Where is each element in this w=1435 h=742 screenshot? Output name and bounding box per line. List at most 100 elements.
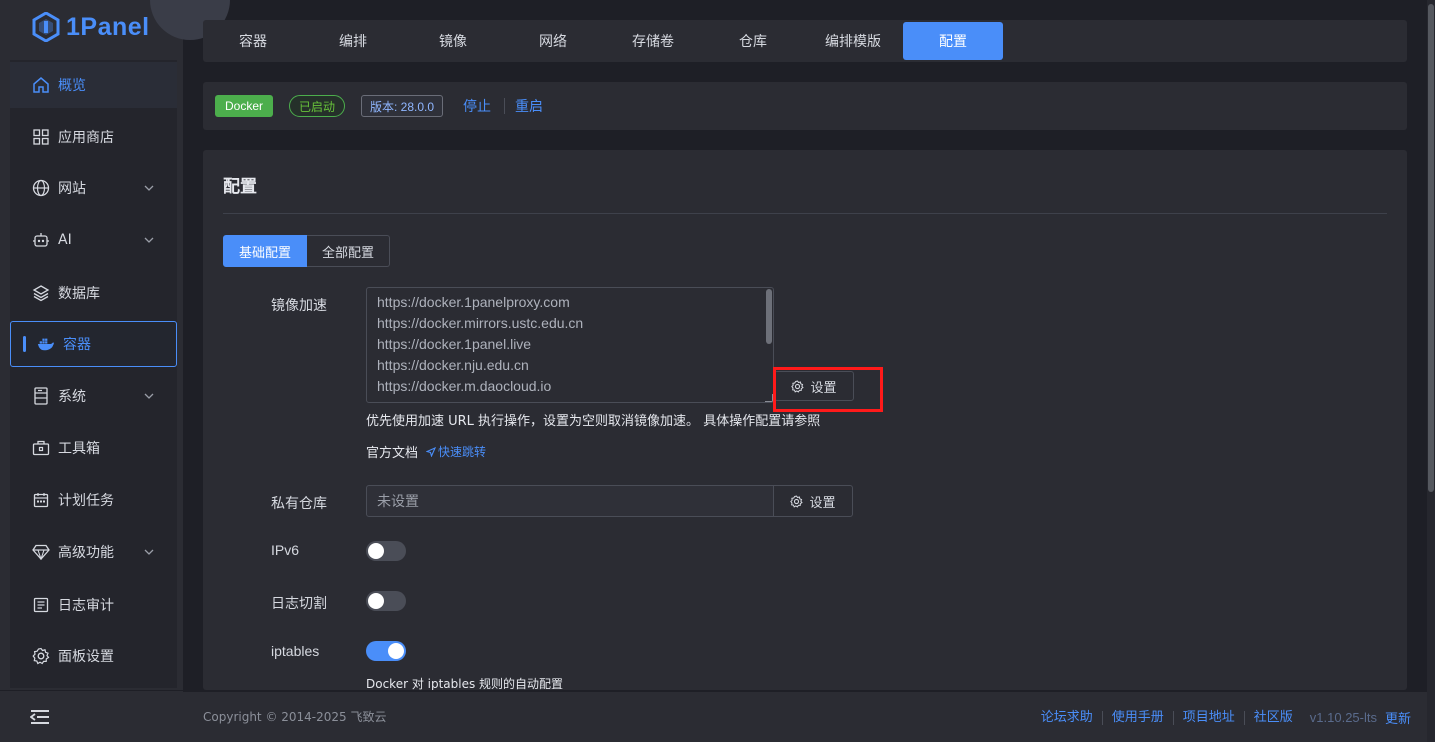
sidebar-item-database[interactable]: 数据库 [10, 270, 177, 316]
robot-icon [32, 231, 50, 249]
doc-label: 官方文档 [366, 446, 419, 461]
tab-settings[interactable]: 配置 [903, 22, 1003, 60]
divider [223, 213, 1387, 214]
sidebar-item-label: 应用商店 [58, 130, 114, 146]
sidebar-item-label: 日志审计 [58, 598, 114, 614]
private-repo-input[interactable]: 未设置 [366, 485, 774, 517]
tab-compose[interactable]: 编排 [303, 22, 403, 60]
calendar-icon [32, 491, 50, 509]
sidebar-footer [0, 690, 183, 742]
iptables-toggle[interactable] [366, 641, 406, 661]
sidebar-item-label: 系统 [58, 389, 86, 405]
sidebar-item-app-store[interactable]: 应用商店 [10, 114, 177, 160]
repo-value: 未设置 [377, 494, 419, 510]
chevron-down-icon [144, 237, 154, 243]
sidebar-nav: 概览 应用商店 网站 AI 数据库 容器 系统 工具箱 计划任务 高级功能 日志… [10, 60, 177, 688]
footer: Copyright © 2014-2025 飞致云 论坛求助 使用手册 项目地址… [183, 692, 1427, 742]
restart-button[interactable]: 重启 [515, 96, 543, 116]
project-link[interactable]: 项目地址 [1174, 710, 1245, 725]
resize-handle[interactable] [765, 394, 773, 402]
sidebar-item-label: 概览 [58, 78, 86, 94]
highlight-box [773, 367, 883, 412]
container-tabs: 容器 编排 镜像 网络 存储卷 仓库 编排模版 配置 [203, 20, 1407, 62]
grid-icon [32, 128, 50, 146]
mirror-help-text: 优先使用加速 URL 执行操作，设置为空则取消镜像加速。 具体操作配置请参照 [366, 414, 821, 429]
chevron-down-icon [144, 185, 154, 191]
sidebar-item-panel-settings[interactable]: 面板设置 [10, 633, 177, 679]
copyright: Copyright © 2014-2025 飞致云 [203, 710, 387, 724]
sidebar-item-label: 数据库 [58, 286, 100, 302]
sidebar-item-label: 工具箱 [58, 441, 100, 457]
version-badge: 版本: 28.0.0 [361, 95, 444, 117]
collapse-menu-icon[interactable] [30, 709, 50, 725]
manual-link[interactable]: 使用手册 [1103, 710, 1174, 725]
sidebar-item-toolbox[interactable]: 工具箱 [10, 425, 177, 471]
iptables-hint: Docker 对 iptables 规则的自动配置 [366, 677, 564, 690]
mirror-textarea[interactable]: https://docker.1panelproxy.com https://d… [366, 287, 774, 403]
active-indicator [23, 336, 26, 352]
forum-link[interactable]: 论坛求助 [1032, 710, 1103, 725]
sidebar-item-advanced[interactable]: 高级功能 [10, 529, 177, 575]
mirror-line: https://docker.nju.edu.cn [377, 357, 529, 373]
sidebar-item-label: 容器 [63, 337, 91, 353]
update-link[interactable]: 更新 [1385, 708, 1411, 727]
page-scroll-thumb[interactable] [1428, 4, 1434, 492]
gear-icon [790, 495, 804, 508]
page-scrollbar[interactable] [1427, 0, 1435, 742]
home-icon [32, 76, 50, 94]
diamond-icon [32, 543, 50, 561]
sidebar-item-container[interactable]: 容器 [10, 321, 177, 367]
sidebar-item-cronjob[interactable]: 计划任务 [10, 477, 177, 523]
tab-containers[interactable]: 容器 [203, 22, 303, 60]
sidebar-item-label: 高级功能 [58, 545, 114, 561]
all-config-button[interactable]: 全部配置 [307, 235, 391, 267]
sidebar-item-website[interactable]: 网站 [10, 165, 177, 211]
tab-compose-templates[interactable]: 编排模版 [803, 22, 903, 60]
iptables-label: iptables [271, 643, 320, 659]
ipv6-toggle[interactable] [366, 541, 406, 561]
mirror-label: 镜像加速 [271, 298, 327, 314]
log-rotate-toggle[interactable] [366, 591, 406, 611]
tab-volumes[interactable]: 存储卷 [603, 22, 703, 60]
sidebar-item-overview[interactable]: 概览 [10, 62, 177, 108]
send-icon [426, 446, 437, 457]
log-icon [32, 596, 50, 614]
tab-images[interactable]: 镜像 [403, 22, 503, 60]
globe-icon [32, 179, 50, 197]
mirror-line: https://docker.m.daocloud.io [377, 378, 552, 394]
toggle-knob [368, 593, 384, 609]
sidebar-item-log-audit[interactable]: 日志审计 [10, 582, 177, 628]
button-label: 设置 [809, 495, 836, 511]
edition-link[interactable]: 社区版 [1245, 710, 1302, 725]
logo[interactable]: 1Panel [32, 10, 150, 44]
toolbox-icon [32, 439, 50, 457]
tab-repositories[interactable]: 仓库 [703, 22, 803, 60]
sidebar-item-ai[interactable]: AI [10, 217, 177, 263]
sidebar-item-system[interactable]: 系统 [10, 373, 177, 419]
footer-links: 论坛求助 使用手册 项目地址 社区版 v1.10.25-lts 更新 [1032, 708, 1411, 727]
sidebar-item-label: 网站 [58, 181, 86, 197]
config-mode-switch: 基础配置 全部配置 [223, 235, 391, 267]
stop-button[interactable]: 停止 [463, 96, 491, 116]
chevron-down-icon [144, 549, 154, 555]
quick-jump-label: 快速跳转 [438, 445, 487, 459]
private-repo-label: 私有仓库 [271, 496, 327, 512]
basic-config-button[interactable]: 基础配置 [223, 235, 308, 267]
repo-settings-button[interactable]: 设置 [773, 485, 853, 517]
gear-icon [32, 647, 50, 665]
version-text: v1.10.25-lts [1309, 710, 1377, 725]
toggle-knob [368, 543, 384, 559]
quick-jump-link[interactable]: 快速跳转 [426, 443, 486, 460]
sidebar-item-label: 面板设置 [58, 649, 114, 665]
config-card: 配置 基础配置 全部配置 镜像加速 https://docker.1panelp… [203, 150, 1407, 690]
sidebar-item-label: 计划任务 [58, 493, 114, 509]
mirror-line: https://docker.1panel.live [377, 336, 532, 352]
server-icon [32, 387, 50, 405]
chevron-down-icon [144, 393, 154, 399]
log-rotate-label: 日志切割 [271, 596, 327, 612]
tab-networks[interactable]: 网络 [503, 22, 603, 60]
status-badge: 已启动 [289, 95, 346, 117]
sidebar-item-label: AI [58, 232, 72, 248]
docker-icon [37, 335, 55, 353]
textarea-scrollbar[interactable] [766, 289, 772, 344]
